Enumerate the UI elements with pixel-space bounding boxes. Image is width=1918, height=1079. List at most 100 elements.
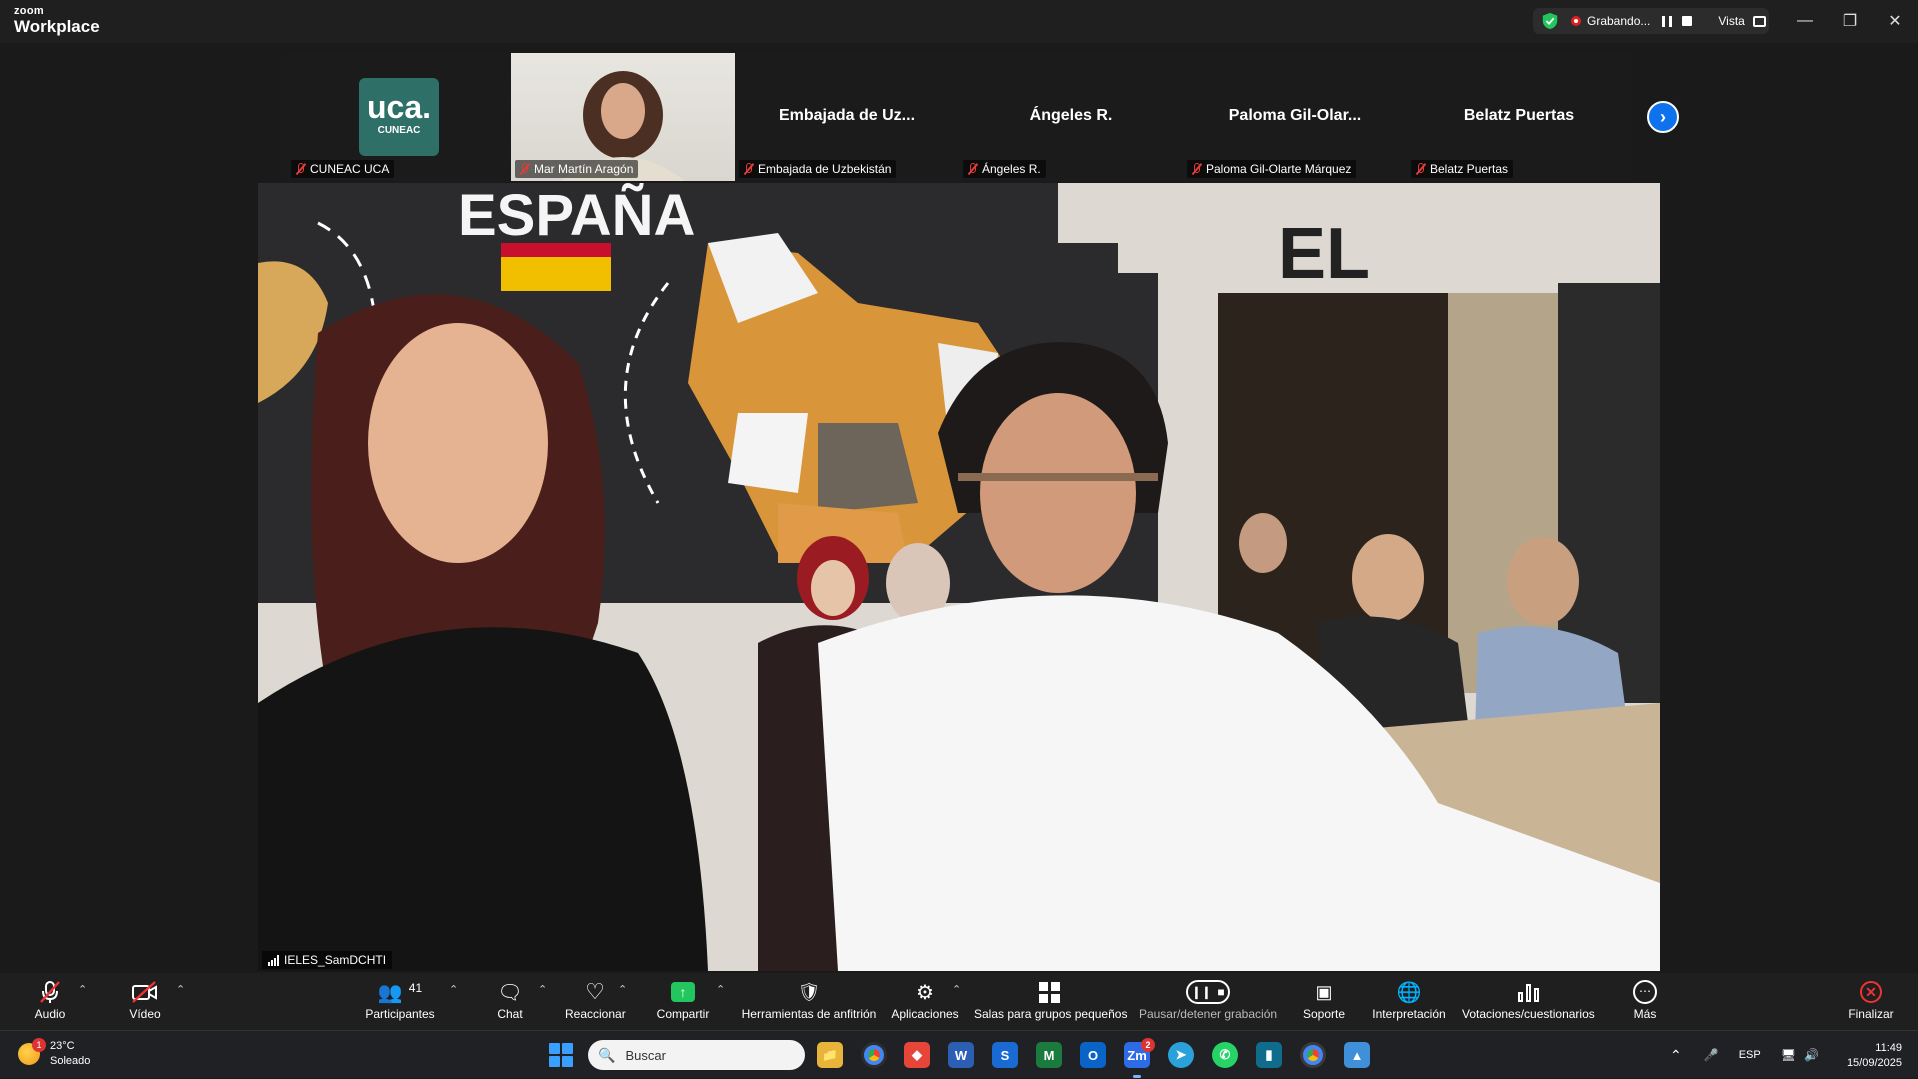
bar-chart-icon — [1517, 982, 1539, 1002]
host-tools-label: Herramientas de anfitrión — [741, 1007, 877, 1021]
chrome-profile-icon[interactable] — [1300, 1042, 1326, 1068]
anydesk-icon[interactable]: ◆ — [904, 1042, 930, 1068]
mic-muted-icon — [40, 981, 60, 1003]
audio-options-caret-icon[interactable]: ⌃ — [78, 983, 87, 996]
microphone-icon[interactable]: 🎤 — [1704, 1048, 1719, 1062]
view-button[interactable]: Vista — [1718, 14, 1744, 28]
pause-recording-label: Pausar/detener grabación — [1138, 1007, 1278, 1021]
video-scene: ESPAÑA EL — [258, 183, 1660, 971]
more-label: Más — [1633, 1007, 1657, 1021]
chevron-right-icon: › — [1660, 106, 1666, 127]
interpretation-button[interactable]: 🌐 Interpretación — [1370, 979, 1448, 1022]
logo-big-text: uca. — [366, 89, 432, 125]
share-caret-icon[interactable]: ⌃ — [716, 983, 725, 996]
network-icon[interactable]: 🖥 — [1781, 1048, 1796, 1062]
video-label: Vídeo — [129, 1007, 161, 1021]
video-button[interactable]: Vídeo — [125, 979, 165, 1021]
active-speaker-video: ESPAÑA EL IELES_SamDCHTI — [258, 183, 1660, 971]
apps-label: Aplicaciones — [891, 1007, 959, 1021]
pause-recording-icon[interactable] — [1662, 15, 1673, 27]
weather-badge: 1 — [32, 1038, 46, 1052]
chrome-icon[interactable] — [861, 1042, 887, 1068]
zoom-taskbar-icon[interactable]: Zm 2 — [1124, 1038, 1155, 1068]
end-meeting-button[interactable]: ✕ Finalizar — [1845, 979, 1897, 1021]
breakout-label: Salas para grupos pequeños — [974, 1007, 1128, 1021]
mic-muted-icon — [742, 163, 754, 175]
apps-caret-icon[interactable]: ⌃ — [952, 983, 961, 996]
taskbar-search[interactable]: 🔍 Buscar — [588, 1040, 805, 1070]
participant-tile[interactable]: Ángeles R. Ángeles R. — [959, 53, 1183, 181]
participant-name: Embajada de Uzbekistán — [758, 162, 892, 176]
support-button[interactable]: ▣ Soporte — [1300, 979, 1348, 1022]
participant-tile[interactable]: Paloma Gil-Olar... Paloma Gil-Olarte Már… — [1183, 53, 1407, 181]
support-label: Soporte — [1302, 1007, 1346, 1021]
volume-icon[interactable]: 🔊 — [1804, 1048, 1819, 1062]
pause-recording-button[interactable]: ❙❙ ■ Pausar/detener grabación — [1138, 979, 1278, 1021]
brand-top: zoom — [14, 5, 44, 17]
mic-muted-icon — [518, 163, 530, 175]
participant-display-name: Belatz Puertas — [1463, 107, 1575, 124]
breakout-rooms-button[interactable]: Salas para grupos pequeños — [974, 979, 1128, 1021]
share-label: Compartir — [656, 1007, 710, 1021]
audio-button[interactable]: Audio — [30, 979, 70, 1021]
next-page-button[interactable]: › — [1647, 101, 1679, 133]
polls-button[interactable]: Votaciones/cuestionarios — [1462, 979, 1595, 1021]
search-placeholder: Buscar — [625, 1047, 666, 1063]
windows-start-button[interactable] — [549, 1043, 573, 1067]
host-tools-button[interactable]: 🛡 Herramientas de anfitrión — [740, 979, 878, 1022]
participant-label: CUNEAC UCA — [291, 160, 395, 178]
close-button[interactable]: ✕ — [1880, 8, 1910, 34]
weather-widget[interactable]: 1 23°C Soleado — [18, 1038, 90, 1069]
participants-icon: 👥 — [377, 981, 403, 1004]
sway-icon[interactable]: S — [992, 1042, 1018, 1068]
language-indicator[interactable]: ESP — [1739, 1049, 1761, 1061]
photos-icon[interactable]: ▲ — [1344, 1042, 1370, 1068]
app-icon[interactable]: ▮ — [1256, 1042, 1282, 1068]
signal-strength-icon — [268, 954, 279, 966]
participants-caret-icon[interactable]: ⌃ — [449, 983, 458, 996]
more-button[interactable]: ⋯ Más — [1630, 979, 1660, 1021]
chat-button[interactable]: 🗨 Chat — [495, 979, 525, 1022]
participant-label: Ángeles R. — [963, 160, 1046, 178]
whatsapp-icon[interactable]: ✆ — [1212, 1042, 1238, 1068]
wall-sign-text: ESPAÑA — [458, 183, 695, 248]
breakout-grid-icon — [1038, 981, 1060, 1003]
pause-stop-recording-icon: ❙❙ ■ — [1186, 980, 1230, 1004]
participant-name: Ángeles R. — [982, 162, 1041, 176]
outlook-icon[interactable]: O — [1080, 1042, 1106, 1068]
title-bar: zoom Workplace Grabando... Vista — ❐ ✕ — [0, 0, 1918, 43]
participant-name: CUNEAC UCA — [310, 162, 390, 176]
mendeley-icon[interactable]: M — [1036, 1042, 1062, 1068]
windows-taskbar: 1 23°C Soleado 🔍 Buscar 📁 ◆ W S M O Zm 2 … — [0, 1030, 1918, 1078]
participants-button[interactable]: 👥 41 Participantes — [365, 979, 435, 1021]
react-caret-icon[interactable]: ⌃ — [618, 983, 627, 996]
search-icon: 🔍 — [598, 1046, 616, 1063]
word-icon[interactable]: W — [948, 1042, 974, 1068]
interpretation-label: Interpretación — [1372, 1007, 1446, 1021]
participant-label: Paloma Gil-Olarte Márquez — [1187, 160, 1357, 178]
sun-icon: 1 — [18, 1038, 46, 1065]
telegram-icon[interactable]: ➤ — [1168, 1042, 1194, 1068]
share-button[interactable]: ↑ Compartir — [655, 979, 711, 1021]
restore-button[interactable]: ❐ — [1835, 8, 1865, 34]
end-label: Finalizar — [1848, 1007, 1894, 1021]
show-hidden-icons-icon[interactable]: ⌃ — [1670, 1047, 1682, 1064]
brand-bottom: Workplace — [14, 17, 100, 36]
chat-caret-icon[interactable]: ⌃ — [538, 983, 547, 996]
file-explorer-icon[interactable]: 📁 — [817, 1042, 843, 1068]
participant-tile[interactable]: Embajada de Uz... Embajada de Uzbekistán — [735, 53, 959, 181]
taskbar-clock[interactable]: 11:49 15/09/2025 — [1847, 1041, 1902, 1071]
participant-tile[interactable]: Belatz Puertas Belatz Puertas — [1407, 53, 1631, 181]
minimize-button[interactable]: — — [1790, 8, 1820, 34]
mic-muted-icon — [1414, 163, 1426, 175]
participant-display-name: Ángeles R. — [1029, 107, 1113, 124]
grid-view-icon[interactable] — [1752, 15, 1766, 27]
participant-tile[interactable]: uca. CUNEAC CUNEAC UCA — [287, 53, 511, 181]
zoom-notification-badge: 2 — [1141, 1038, 1155, 1052]
participant-tile[interactable]: Mar Martín Aragón — [511, 53, 735, 181]
apps-button[interactable]: ⚙ Aplicaciones — [890, 979, 960, 1022]
heart-icon: ♡ — [585, 979, 605, 1004]
react-button[interactable]: ♡ Reaccionar — [565, 979, 626, 1021]
video-options-caret-icon[interactable]: ⌃ — [176, 983, 185, 996]
stop-recording-icon[interactable] — [1682, 16, 1693, 26]
